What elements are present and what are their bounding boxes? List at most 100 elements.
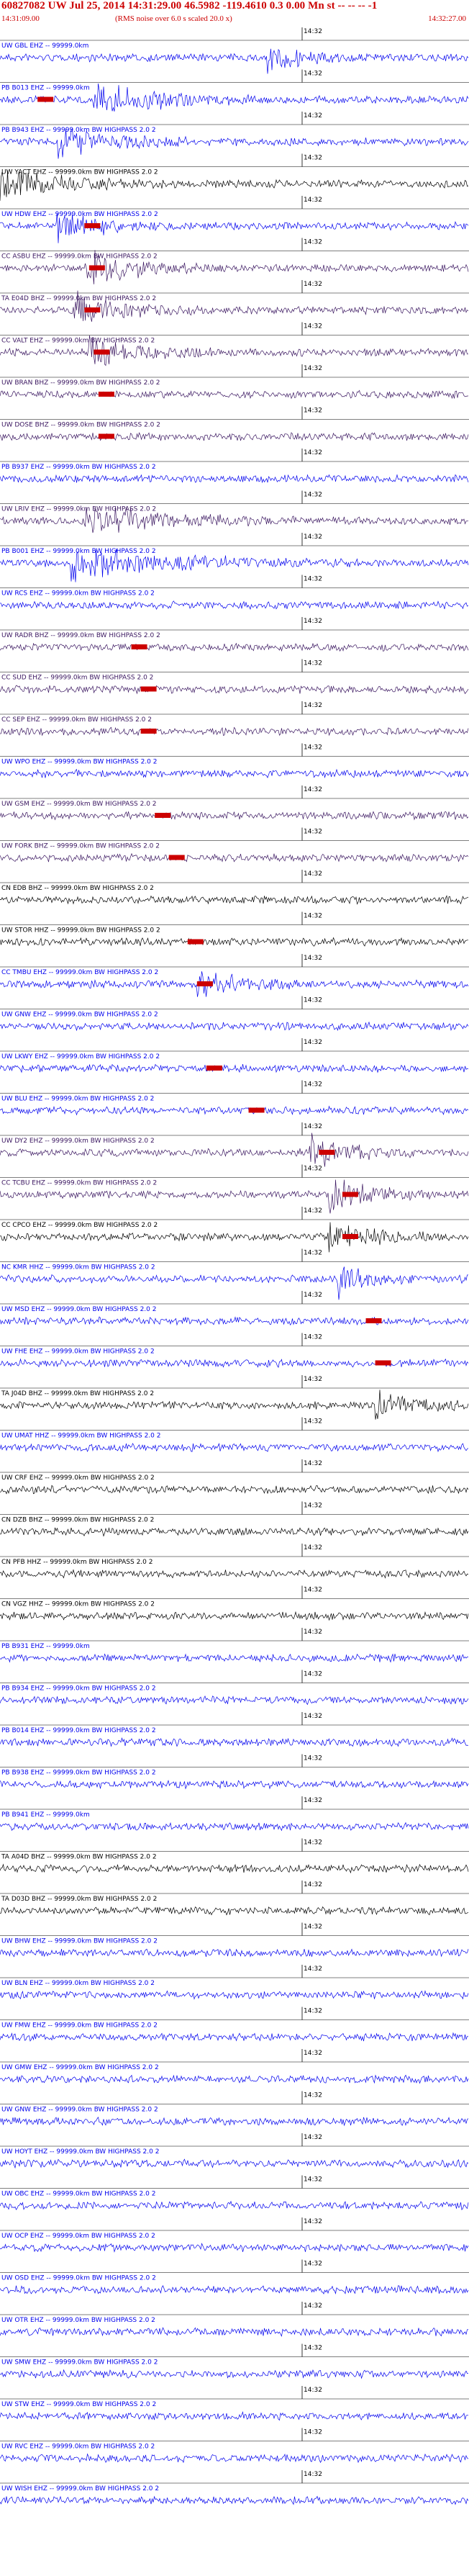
waveform xyxy=(0,1021,469,1032)
trace-row: TA J04D BHZ -- 99999.0km BW HIGHPASS 2.0… xyxy=(0,1375,469,1420)
trace-row: UW GSM EHZ -- 99999.0km BW HIGHPASS 2.0 … xyxy=(0,785,469,821)
trace-row: CC ASBU EHZ -- 99999.0km BW HIGHPASS 2.0… xyxy=(0,238,469,284)
trace-label: UW LRIV EHZ -- 99999.0km BW HIGHPASS 2.0… xyxy=(1,506,156,513)
trace-label: CC SEP EHZ -- 99999.0km BW HIGHPASS 2.0 … xyxy=(1,716,152,724)
pick-marker xyxy=(98,433,114,439)
pick-marker xyxy=(140,729,157,734)
waveform xyxy=(0,2410,469,2421)
time-marker: 14:32 xyxy=(304,1123,322,1130)
trace-label: PB B934 EHZ -- 99999.0km BW HIGHPASS 2.0… xyxy=(1,1685,156,1693)
time-marker: 14:32 xyxy=(304,1881,322,1888)
waveform xyxy=(0,1906,469,1916)
trace-row: UW STW EHZ -- 99999.0km BW HIGHPASS 2.0 … xyxy=(0,2386,469,2421)
time-marker: 14:32 xyxy=(304,1418,322,1426)
waveform xyxy=(0,2285,469,2294)
trace-label: UW DY2 EHZ -- 99999.0km BW HIGHPASS 2.0 … xyxy=(1,1138,155,1145)
trace-label: UW GNW EHZ -- 99999.0km BW HIGHPASS 2.0 … xyxy=(1,2107,158,2114)
time-marker: 14:32 xyxy=(304,1587,322,1594)
waveform xyxy=(0,852,469,863)
waveform xyxy=(0,2243,469,2253)
trace-label: UW WISH EHZ -- 99999.0km BW HIGHPASS 2.0… xyxy=(1,2485,159,2492)
trace-row: UW WISH EHZ -- 99999.0km BW HIGHPASS 2.0… xyxy=(0,2470,469,2505)
trace-label: UW OBC EHZ -- 99999.0km BW HIGHPASS 2.0 … xyxy=(1,2191,155,2198)
trace-row: UW BHW EHZ -- 99999.0km BW HIGHPASS 2.0 … xyxy=(0,1922,469,1958)
time-marker: 14:32 xyxy=(304,112,322,120)
waveform xyxy=(0,1266,469,1300)
waveform xyxy=(0,2369,469,2379)
pick-marker xyxy=(94,349,110,355)
trace-row: CC TMBU EHZ -- 99999.0km BW HIGHPASS 2.0… xyxy=(0,954,469,997)
waveform xyxy=(0,1443,469,1453)
waveform xyxy=(0,1611,469,1621)
trace-row: UW UMAT HHZ -- 99999.0km BW HIGHPASS 2.0… xyxy=(0,1417,469,1453)
pick-marker xyxy=(196,981,213,986)
trace-row: UW RVC EHZ -- 99999.0km BW HIGHPASS 2.0 … xyxy=(0,2428,469,2464)
pick-marker xyxy=(248,1107,265,1113)
waveform xyxy=(0,1105,469,1116)
trace-row: UW YACT EHZ -- 99999.0km BW HIGHPASS 2.0… xyxy=(0,153,469,201)
waveform xyxy=(0,1990,469,2000)
trace-label: PB B014 EHZ -- 99999.0km BW HIGHPASS 2.0… xyxy=(1,1727,156,1734)
time-marker: 14:32 xyxy=(304,323,322,330)
waveform xyxy=(0,600,469,611)
pick-marker xyxy=(155,813,171,818)
trace-label: UW BLN EHZ -- 99999.0km BW HIGHPASS 2.0 … xyxy=(1,1980,155,1987)
trace-row: UW FHE EHZ -- 99999.0km BW HIGHPASS 2.0 … xyxy=(0,1333,469,1368)
time-marker: 14:32 xyxy=(304,2134,322,2141)
waveform xyxy=(0,1695,469,1706)
pick-marker xyxy=(98,392,114,397)
trace-label: UW BHW EHZ -- 99999.0km BW HIGHPASS 2.0 … xyxy=(1,1938,158,1945)
time-marker: 14:32 xyxy=(304,2176,322,2184)
trace-row: UW DY2 EHZ -- 99999.0km BW HIGHPASS 2.0 … xyxy=(0,1122,469,1167)
time-marker: 14:32 xyxy=(304,870,322,878)
time-marker: 14:32 xyxy=(304,407,322,415)
trace-label: TA A04D BHZ -- 99999.0km BW HIGHPASS 2.0… xyxy=(1,1854,157,1861)
time-marker: 14:32 xyxy=(304,618,322,625)
trace-label: UW SMW EHZ -- 99999.0km BW HIGHPASS 2.0 … xyxy=(1,2359,158,2366)
trace-row: UW GNW EHZ -- 99999.0km BW HIGHPASS 2.0 … xyxy=(0,996,469,1032)
trace-label: UW GNW EHZ -- 99999.0km BW HIGHPASS 2.0 … xyxy=(1,1012,158,1019)
trace-row: UW DOSE BHZ -- 99999.0km BW HIGHPASS 2.0… xyxy=(0,406,469,441)
trace-row: TA D03D BHZ -- 99999.0km BW HIGHPASS 2.0… xyxy=(0,1881,469,1916)
time-marker: 14:32 xyxy=(304,1713,322,1720)
time-marker: 14:32 xyxy=(304,1207,322,1215)
waveform xyxy=(0,642,469,652)
trace-label: TA J04D BHZ -- 99999.0km BW HIGHPASS 2.0… xyxy=(1,1390,154,1397)
trace-row: UW RCS EHZ -- 99999.0km BW HIGHPASS 2.0 … xyxy=(0,575,469,611)
waveform xyxy=(0,895,469,905)
waveform xyxy=(0,48,469,74)
time-marker: 14:32 xyxy=(304,1460,322,1467)
trace-row: TA A04D BHZ -- 99999.0km BW HIGHPASS 2.0… xyxy=(0,1838,469,1874)
trace-row: UW BRAN BHZ -- 99999.0km BW HIGHPASS 2.0… xyxy=(0,364,469,400)
time-marker: 14:32 xyxy=(304,155,322,162)
waveform xyxy=(0,685,469,695)
waveform xyxy=(0,1063,469,1073)
trace-label: PB B938 EHZ -- 99999.0km BW HIGHPASS 2.0… xyxy=(1,1770,156,1777)
trace-label: CN DZB BHZ -- 99999.0km BW HIGHPASS 2.0 … xyxy=(1,1517,154,1524)
waveform xyxy=(0,1737,469,1747)
trace-row: CC TCBU EHZ -- 99999.0km BW HIGHPASS 2.0… xyxy=(0,1164,469,1214)
trace-row: UW LKWY EHZ -- 99999.0km BW HIGHPASS 2.0… xyxy=(0,1038,469,1073)
trace-label: TA E04D BHZ -- 99999.0km BW HIGHPASS 2.0… xyxy=(1,295,156,302)
trace-row: UW GBL EHZ -- 99999.0km 14:32 xyxy=(0,27,469,74)
pick-marker xyxy=(140,686,157,692)
trace-row: UW FORK BHZ -- 99999.0km BW HIGHPASS 2.0… xyxy=(0,827,469,863)
trace-label: PB B931 EHZ -- 99999.0km xyxy=(1,1643,90,1650)
trace-label: UW BLU EHZ -- 99999.0km BW HIGHPASS 2.0 … xyxy=(1,1096,154,1103)
waveform xyxy=(0,2032,469,2042)
trace-row: UW OCP EHZ -- 99999.0km BW HIGHPASS 2.0 … xyxy=(0,2217,469,2253)
trace-label: UW FORK BHZ -- 99999.0km BW HIGHPASS 2.0… xyxy=(1,843,160,850)
trace-label: PB B937 EHZ -- 99999.0km BW HIGHPASS 2.0… xyxy=(1,464,156,471)
waveform xyxy=(0,2200,469,2211)
time-marker: 14:32 xyxy=(304,576,322,583)
trace-row: CC VALT EHZ -- 99999.0km BW HIGHPASS 2.0… xyxy=(0,322,469,366)
waveform xyxy=(0,1863,469,1874)
time-marker: 14:32 xyxy=(304,533,322,541)
time-marker: 14:32 xyxy=(304,744,322,752)
time-marker: 14:32 xyxy=(304,1965,322,1973)
trace-row: PB B931 EHZ -- 99999.0km 14:32 xyxy=(0,1628,469,1663)
pick-marker xyxy=(319,1150,335,1155)
trace-label: UW HDW EHZ -- 99999.0km BW HIGHPASS 2.0 … xyxy=(1,211,158,218)
trace-label: TA D03D BHZ -- 99999.0km BW HIGHPASS 2.0… xyxy=(1,1896,157,1903)
trace-row: PB B937 EHZ -- 99999.0km BW HIGHPASS 2.0… xyxy=(0,449,469,484)
